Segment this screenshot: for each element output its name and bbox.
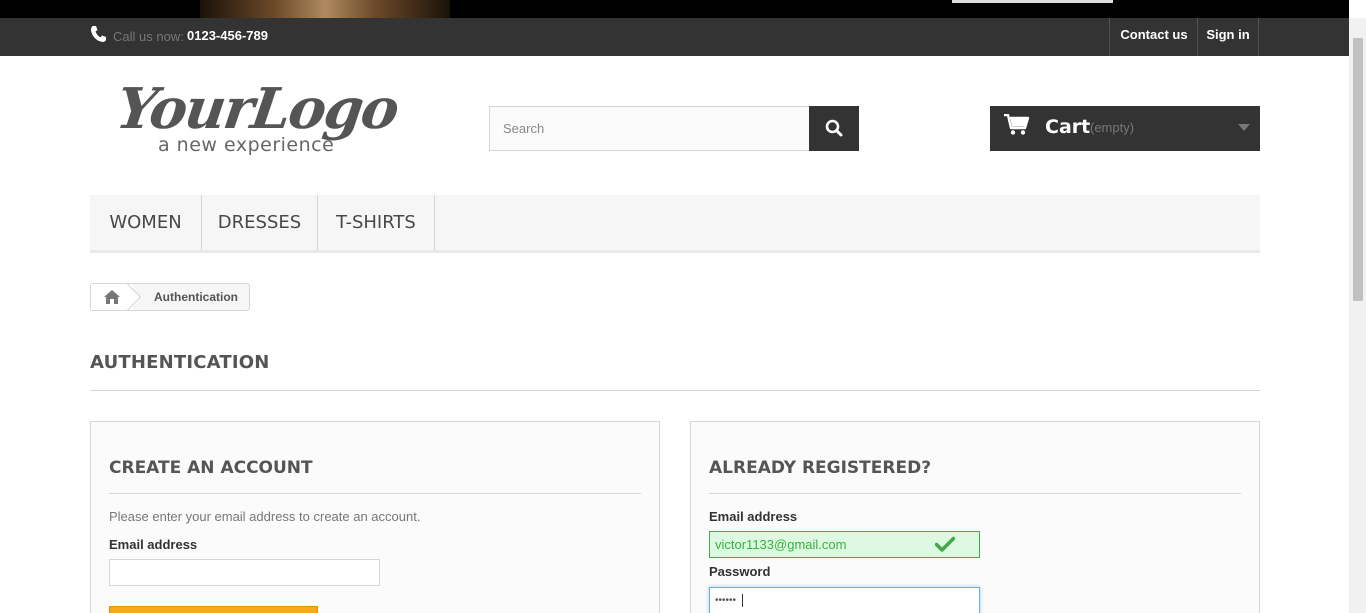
site-logo[interactable]: YourLogo a new experience [112,76,401,160]
page-title: AUTHENTICATION [90,352,270,373]
login-email-label: Email address [709,509,798,524]
cart-label: Cart [1045,116,1091,138]
search-input[interactable] [489,106,810,151]
login-password-field[interactable] [709,587,980,613]
sign-in-link[interactable]: Sign in [1197,18,1259,56]
phone-icon [90,25,106,43]
breadcrumb: Authentication [90,283,250,311]
create-email-field[interactable] [109,559,380,586]
banner-image [200,0,450,18]
login-title: ALREADY REGISTERED? [709,458,932,478]
create-account-form: CREATE AN ACCOUNT Please enter your emai… [90,421,660,613]
cart-icon [1004,113,1030,141]
menu-item-tshirts[interactable]: T-SHIRTS [318,195,435,250]
text-cursor [742,594,743,607]
cart-status: (empty) [1090,120,1135,135]
contact-us-link[interactable]: Contact us [1109,18,1198,56]
top-banner[interactable] [0,0,1349,18]
header-nav-bar: Call us now: 0123-456-789 Contact us Sig… [0,18,1349,56]
chevron-down-icon [1238,124,1250,131]
create-account-divider [109,493,641,494]
menu-item-women[interactable]: WOMEN [90,195,202,250]
call-us-label: Call us now: [113,29,184,44]
main-menu: WOMEN DRESSES T-SHIRTS [90,195,1260,253]
login-form: ALREADY REGISTERED? Email address Passwo… [690,421,1260,613]
search-button[interactable] [809,106,859,151]
heading-divider [90,390,1260,391]
scrollbar-thumb[interactable] [1353,38,1363,301]
logo-tagline: a new experience [158,134,335,156]
create-account-button[interactable] [109,606,318,613]
checkmark-icon [934,536,956,557]
breadcrumb-separator [127,282,145,312]
cart-button[interactable]: Cart (empty) [990,106,1260,151]
phone-number: 0123-456-789 [187,28,268,43]
logo-wordmark: YourLogo [112,76,402,142]
login-password-label: Password [709,564,771,579]
breadcrumb-current: Authentication [154,290,238,304]
menu-item-dresses[interactable]: DRESSES [202,195,318,250]
create-account-title: CREATE AN ACCOUNT [109,458,313,478]
create-email-label: Email address [109,537,198,552]
home-icon [104,290,120,304]
create-account-description: Please enter your email address to creat… [109,509,421,524]
page-scrollbar[interactable] [1349,18,1366,613]
search-icon [825,119,843,137]
banner-highlight [952,0,1113,3]
login-divider [709,493,1241,494]
